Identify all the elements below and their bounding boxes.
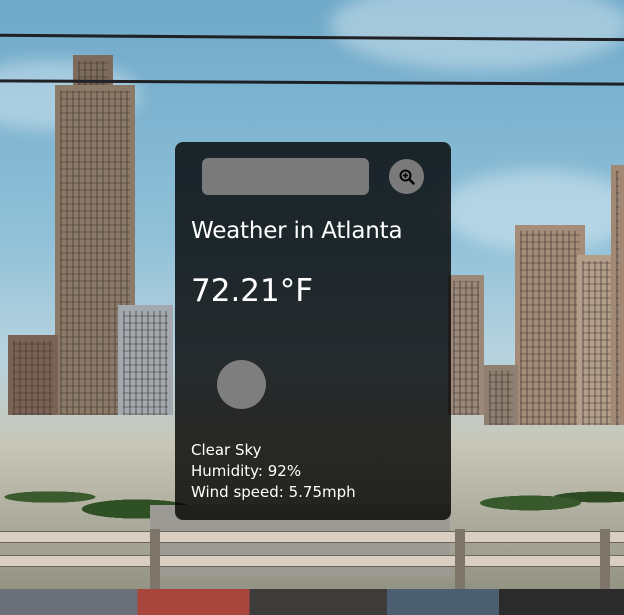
humidity: Humidity: 92% [191,462,302,480]
building [448,275,484,415]
railing-post [455,529,465,589]
city-title: Weather in Atlanta [191,218,403,244]
cloud [330,0,624,70]
search-button[interactable] [389,159,424,194]
bridge-railing [0,531,624,543]
railing-post [600,529,610,589]
building [118,305,173,415]
bridge-railing [0,555,624,567]
building [484,365,518,425]
graffiti-wall [0,589,624,615]
zoom-in-magnifier-icon [399,169,415,185]
search-input[interactable] [202,158,369,195]
weather-details: Clear Sky Humidity: 92% Wind speed: 5.75… [191,440,356,503]
weather-description: Clear Sky [191,441,262,459]
railing-post [150,529,160,589]
temperature: 72.21°F [191,273,314,309]
building [611,165,624,425]
building [515,225,585,425]
weather-card: Weather in Atlanta 72.21°F Clear Sky Hum… [175,142,451,520]
building [8,335,58,415]
weather-icon [217,360,266,409]
background-photo: Weather in Atlanta 72.21°F Clear Sky Hum… [0,0,624,615]
wind-speed: Wind speed: 5.75mph [191,483,356,501]
